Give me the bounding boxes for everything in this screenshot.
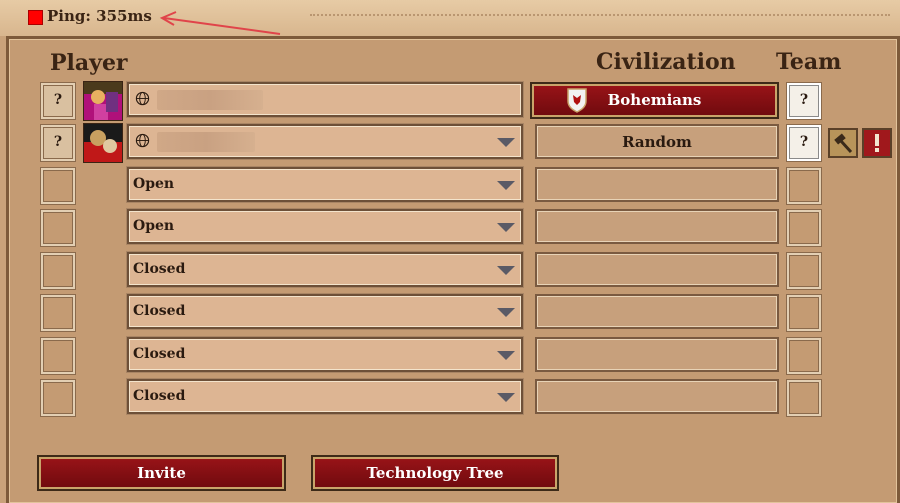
team-select-1[interactable]: ? (786, 82, 822, 120)
chevron-down-icon (497, 266, 515, 275)
map-decoration (310, 0, 890, 16)
chevron-down-icon (497, 351, 515, 360)
player-slot-3[interactable]: Open (127, 167, 523, 202)
civ-select-8 (535, 379, 779, 414)
team-select-3 (786, 167, 822, 205)
technology-tree-button[interactable]: Technology Tree (311, 455, 559, 491)
team-select-2[interactable]: ? (786, 124, 822, 162)
team-select-4 (786, 209, 822, 247)
chevron-down-icon (497, 223, 515, 232)
civilization-header: Civilization (596, 49, 736, 75)
player-avatar (83, 81, 123, 121)
globe-icon (135, 133, 150, 148)
player-avatar (83, 123, 123, 163)
civ-select-7 (535, 337, 779, 372)
civ-select-3 (535, 167, 779, 202)
player-color-button[interactable] (40, 294, 76, 332)
annotation-arrow-icon (159, 11, 281, 35)
invite-button[interactable]: Invite (37, 455, 286, 491)
player-slot-5[interactable]: Closed (127, 252, 523, 287)
globe-icon (135, 91, 150, 106)
team-select-7 (786, 337, 822, 375)
civ-select-2[interactable]: Random (535, 124, 779, 159)
player-color-button[interactable] (40, 167, 76, 205)
exclamation-icon[interactable] (862, 128, 892, 158)
chevron-down-icon (497, 181, 515, 190)
player-color-button[interactable]: ? (40, 124, 76, 162)
civ-select-4 (535, 209, 779, 244)
player-slot-6[interactable]: Closed (127, 294, 523, 329)
team-select-8 (786, 379, 822, 417)
player-name-redacted (157, 132, 255, 152)
player-color-button[interactable] (40, 379, 76, 417)
player-slot-1[interactable] (127, 82, 523, 117)
player-slot-8[interactable]: Closed (127, 379, 523, 414)
player-slot-4[interactable]: Open (127, 209, 523, 244)
civ-select-1[interactable]: Bohemians (530, 82, 779, 119)
player-color-button[interactable]: ? (40, 82, 76, 120)
team-select-5 (786, 252, 822, 290)
civ-select-6 (535, 294, 779, 329)
player-color-button[interactable] (40, 337, 76, 375)
player-header: Player (50, 50, 128, 76)
chevron-down-icon (497, 308, 515, 317)
ping-label: Ping: 355ms (47, 7, 152, 25)
team-header: Team (776, 49, 842, 75)
player-slot-2[interactable] (127, 124, 523, 159)
team-select-6 (786, 294, 822, 332)
ping-status-indicator (28, 10, 43, 25)
top-bar: Ping: 355ms (0, 0, 900, 36)
civ-select-5 (535, 252, 779, 287)
hammer-icon[interactable] (828, 128, 858, 158)
chevron-down-icon (497, 393, 515, 402)
chevron-down-icon (497, 138, 515, 147)
player-color-button[interactable] (40, 209, 76, 247)
player-name-redacted (157, 90, 263, 110)
player-color-button[interactable] (40, 252, 76, 290)
player-slot-7[interactable]: Closed (127, 337, 523, 372)
